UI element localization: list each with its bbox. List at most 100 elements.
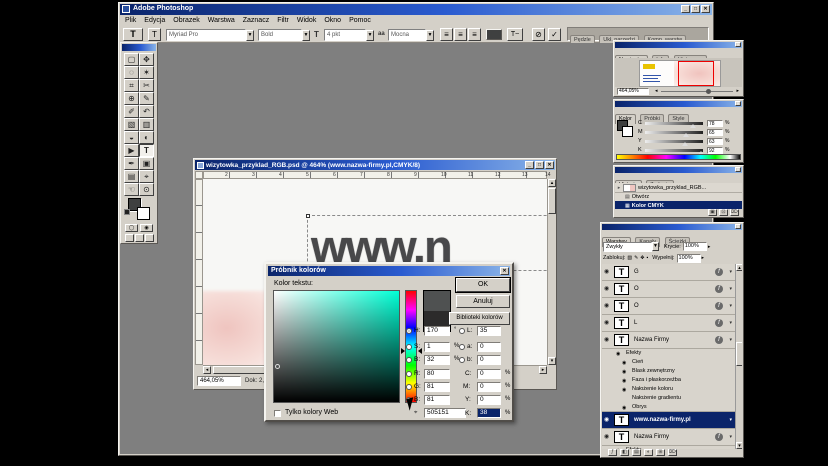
zoom-tool[interactable]: ⊙ (139, 183, 154, 196)
chevron-down-icon[interactable]: ▾ (729, 434, 732, 440)
brush-tool[interactable]: ✎ (139, 92, 154, 105)
warp-text-icon[interactable]: T~ (507, 28, 523, 41)
opacity-arrow-icon[interactable]: ▸ (708, 244, 711, 250)
menu-filtr[interactable]: Filtr (274, 17, 292, 24)
c-value-field[interactable]: 78 (707, 120, 723, 127)
menu-zaznacz[interactable]: Zaznacz (240, 17, 272, 24)
l-radio[interactable] (459, 328, 465, 334)
color-field-marker[interactable] (275, 364, 280, 369)
clone-stamp-tool[interactable]: ✐ (124, 105, 139, 118)
y-slider-track[interactable] (645, 140, 703, 143)
y-field[interactable]: 0 (477, 395, 501, 405)
zoom-level-field[interactable]: 464,05% (197, 376, 241, 386)
layers-scrollbar[interactable]: ▴ ▾ (735, 264, 742, 449)
new-layer-set-icon[interactable]: ▤ (632, 449, 641, 456)
eye-icon[interactable]: ◉ (622, 369, 626, 375)
toolbox-title-bar[interactable] (122, 44, 156, 51)
fill-field[interactable]: 100% (677, 254, 701, 263)
layer-row-nazwa-firmy-2[interactable]: ◉ T Nazwa Firmy f ▾ (602, 429, 735, 446)
font-family-select[interactable]: Myriad Pro ▼ (166, 29, 254, 41)
c-field[interactable]: 0 (477, 369, 501, 379)
g-field[interactable]: 81 (424, 382, 450, 392)
eye-icon[interactable]: ◉ (622, 360, 626, 366)
y-value-field[interactable]: 63 (707, 138, 723, 145)
dialog-close-icon[interactable]: ✕ (500, 267, 509, 275)
eye-icon[interactable]: ◉ (622, 378, 626, 384)
default-colors-icon[interactable] (124, 209, 130, 215)
b3-field[interactable]: 0 (477, 355, 501, 365)
layer-style-icon[interactable]: f (715, 336, 723, 344)
lock-paint-icon[interactable]: ✎ (634, 255, 638, 261)
menu-obrazek[interactable]: Obrazek (170, 17, 202, 24)
layer-label-selected[interactable]: www.nazwa-firmy.pl (634, 417, 691, 423)
r-field[interactable]: 80 (424, 369, 450, 379)
text-layer-thumb[interactable]: T (614, 283, 629, 295)
screen-mode-standard-icon[interactable] (125, 234, 134, 242)
y-slider-thumb[interactable] (682, 142, 688, 146)
chevron-down-icon[interactable]: ▼ (652, 242, 659, 251)
zoom-in-icon[interactable]: ▸ (736, 88, 739, 94)
hex-field[interactable]: 505151 (424, 408, 466, 418)
layer-row-nazwa-firmy-1[interactable]: ◉ T Nazwa Firmy f ▾ (602, 332, 735, 349)
eye-icon[interactable]: ◉ (604, 417, 609, 423)
pen-tool[interactable]: ✒ (124, 157, 139, 170)
layer-label[interactable]: Nazwa Firmy (634, 434, 669, 440)
color-field[interactable] (273, 290, 400, 403)
history-snapshot-row[interactable]: ▸ wizytowka_przyklad_RGB... (615, 183, 742, 193)
gradient-tool[interactable]: ▥ (139, 118, 154, 131)
effect-row-blask[interactable]: ◉ Blask zewnętrzny (602, 367, 735, 376)
text-orientation-icon[interactable]: T (148, 28, 161, 41)
tool-preset-picker[interactable]: T (123, 28, 143, 41)
hue-marker-left[interactable] (401, 348, 405, 354)
layer-row-l[interactable]: ◉ T L f ▾ (602, 315, 735, 332)
ok-button[interactable]: OK (456, 278, 510, 292)
layer-row-g[interactable]: ◉ T G f ▾ (602, 264, 735, 281)
l-field[interactable]: 35 (477, 326, 501, 336)
history-close-icon[interactable]: ✕ (735, 167, 741, 172)
text-layer-thumb[interactable]: T (614, 300, 629, 312)
effect-label[interactable]: Nałożenie koloru (632, 386, 673, 392)
scroll-right-icon[interactable]: ▸ (539, 366, 547, 374)
s-field[interactable]: 1 (424, 342, 450, 352)
color-spectrum-bar[interactable] (616, 154, 741, 160)
scroll-down-icon[interactable]: ▾ (548, 357, 556, 365)
eye-icon[interactable]: ◉ (604, 337, 609, 343)
delete-layer-icon[interactable]: ⌦ (668, 449, 677, 456)
vertical-scrollbar[interactable]: ▴ ▾ (547, 179, 555, 365)
layers-scroll-thumb[interactable] (736, 342, 742, 366)
chevron-down-icon[interactable]: ▼ (302, 30, 310, 41)
eye-icon[interactable]: ◉ (604, 434, 609, 440)
healing-brush-tool[interactable]: ⊕ (124, 92, 139, 105)
layer-label[interactable]: O (634, 286, 639, 292)
text-layer-thumb[interactable]: T (614, 414, 629, 426)
menu-okno[interactable]: Okno (321, 17, 344, 24)
effect-label[interactable]: Blask zewnętrzny (632, 368, 675, 374)
cancel-edits-icon[interactable]: ⊘ (532, 28, 545, 41)
effect-row-faza[interactable]: ◉ Faza i płaskorzeźba (602, 376, 735, 385)
effect-row-cien[interactable]: ◉ Cień (602, 358, 735, 367)
b-field[interactable]: 32 (424, 355, 450, 365)
layer-style-icon[interactable]: f (715, 319, 723, 327)
menu-pomoc[interactable]: Pomoc (346, 17, 374, 24)
background-color-swatch[interactable] (137, 207, 150, 220)
m-slider-thumb[interactable] (683, 133, 689, 137)
type-tool[interactable]: T (139, 144, 154, 157)
layer-style-icon[interactable]: f (715, 268, 723, 276)
eye-icon[interactable]: ◉ (622, 405, 626, 411)
menu-widok[interactable]: Widok (294, 17, 319, 24)
chevron-down-icon[interactable]: ▾ (729, 269, 732, 275)
document-title-bar[interactable]: wizytowka_przyklad_RGB.psd @ 464% (www.n… (195, 160, 555, 170)
lock-transparency-icon[interactable]: ▧ (627, 255, 632, 261)
minimize-button[interactable]: _ (681, 5, 690, 13)
dialog-title-bar[interactable]: Próbnik kolorów ✕ (268, 266, 510, 276)
h-field[interactable]: 170 (424, 326, 450, 336)
eye-icon[interactable]: ◉ (604, 286, 609, 292)
doc-maximize-button[interactable]: □ (535, 161, 544, 169)
new-document-from-state-icon[interactable]: ▣ (708, 209, 717, 216)
close-button[interactable]: ✕ (701, 5, 710, 13)
rectangular-marquee-tool[interactable]: ▢ (124, 53, 139, 66)
doc-close-button[interactable]: ✕ (545, 161, 554, 169)
h-radio[interactable] (406, 328, 412, 334)
layer-label[interactable]: G (634, 269, 639, 275)
eye-icon[interactable]: ◉ (604, 320, 609, 326)
